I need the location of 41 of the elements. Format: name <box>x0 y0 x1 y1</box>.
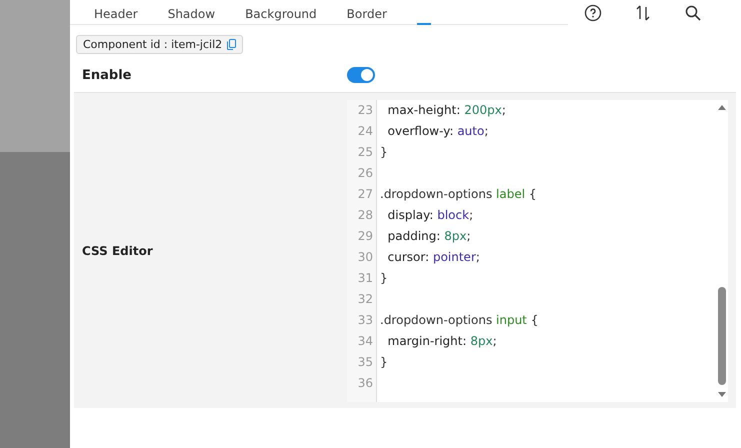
search-icon[interactable] <box>684 4 702 22</box>
line-number: 23 <box>356 102 374 118</box>
code-line: max-height: 200px; <box>386 102 507 118</box>
line-number: 33 <box>356 312 374 328</box>
line-number: 30 <box>356 248 374 266</box>
line-number: 28 <box>356 206 374 224</box>
tab[interactable]: Border <box>346 0 387 25</box>
component-id-text: Component id : item-jcil2 <box>83 38 222 51</box>
css-code-editor[interactable] <box>347 100 728 402</box>
line-number: 36 <box>356 374 374 392</box>
code-line: padding: 8px; <box>386 228 472 244</box>
line-number: 35 <box>356 354 374 370</box>
tab[interactable]: Background <box>245 0 317 25</box>
code-line: display: block; <box>386 206 474 224</box>
code-line: } <box>379 270 389 286</box>
code-line: margin-right: 8px; <box>386 332 498 350</box>
tab[interactable]: Shadow <box>168 0 216 25</box>
line-number: 32 <box>356 290 374 308</box>
scroll-up-icon[interactable] <box>718 104 726 110</box>
scrollbar-thumb[interactable] <box>718 286 726 384</box>
code-line: } <box>379 144 389 160</box>
line-number: 31 <box>356 270 374 286</box>
code-line: .dropdown-options input { <box>379 312 540 328</box>
tab[interactable]: Header <box>94 0 138 25</box>
line-number: 24 <box>356 122 374 140</box>
help-icon[interactable] <box>584 4 602 22</box>
enable-toggle[interactable] <box>347 67 375 83</box>
code-line: overflow-y: auto; <box>386 122 490 140</box>
line-number: 26 <box>356 164 374 182</box>
copy-icon[interactable] <box>227 39 236 50</box>
code-line: cursor: pointer; <box>386 248 481 266</box>
scroll-down-icon[interactable] <box>718 392 726 398</box>
code-line: } <box>379 354 389 370</box>
line-number: 29 <box>356 228 374 244</box>
css-editor-label: CSS Editor <box>82 244 154 258</box>
enable-label: Enable <box>82 68 132 82</box>
sort-icon[interactable] <box>634 4 652 22</box>
code-line: .dropdown-options label { <box>379 186 538 202</box>
line-number: 27 <box>356 186 374 202</box>
line-number: 34 <box>356 332 374 350</box>
line-number: 25 <box>356 144 374 160</box>
